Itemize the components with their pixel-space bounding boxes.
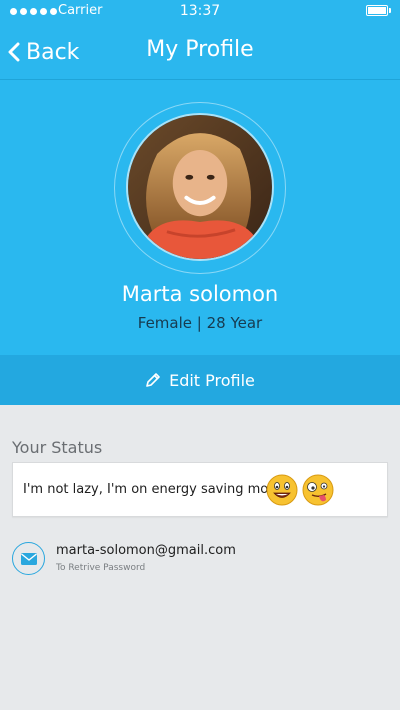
mail-icon bbox=[12, 542, 45, 575]
status-text: I'm not lazy, I'm on energy saving mode. bbox=[23, 482, 289, 497]
battery-icon bbox=[366, 5, 391, 16]
edit-profile-label: Edit Profile bbox=[169, 370, 255, 390]
avatar[interactable] bbox=[126, 113, 274, 261]
tongue-out-emoji-icon bbox=[302, 474, 334, 506]
edit-profile-button[interactable]: Edit Profile bbox=[0, 355, 400, 405]
email-row[interactable]: marta-solomon@gmail.com To Retrive Passw… bbox=[12, 540, 388, 580]
pencil-icon bbox=[146, 373, 160, 387]
profile-name: Marta solomon bbox=[121, 282, 279, 306]
content-area: Your Status I'm not lazy, I'm on energy … bbox=[0, 405, 400, 710]
status-section-title: Your Status bbox=[12, 438, 103, 457]
profile-header: Marta solomon Female | 28 Year bbox=[0, 80, 400, 355]
page-title: My Profile bbox=[146, 37, 254, 62]
email-hint: To Retrive Password bbox=[56, 563, 146, 573]
status-card[interactable]: I'm not lazy, I'm on energy saving mode. bbox=[12, 462, 388, 517]
status-bar: Carrier 13:37 bbox=[0, 0, 400, 24]
clock: 13:37 bbox=[179, 3, 221, 19]
email-address: marta-solomon@gmail.com bbox=[56, 543, 236, 558]
grinning-emoji-icon bbox=[266, 474, 298, 506]
avatar-photo bbox=[128, 115, 272, 259]
nav-bar: Back My Profile bbox=[0, 24, 400, 80]
profile-gender-age: Female | 28 Year bbox=[137, 314, 263, 332]
